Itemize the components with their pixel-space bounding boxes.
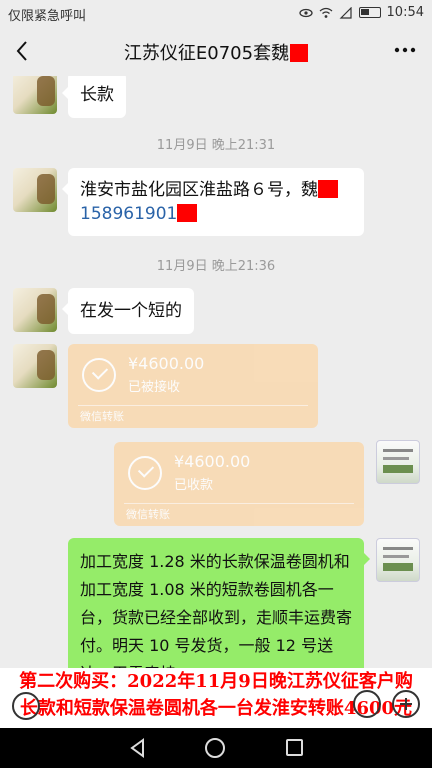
transfer-footer: 微信转账 <box>126 508 170 521</box>
transfer-amount: ¥4600.00 <box>174 452 251 471</box>
message-bubble[interactable]: 长款 <box>62 76 126 118</box>
system-recent-icon[interactable] <box>286 739 303 756</box>
carrier-status: 仅限紧急呼叫 <box>8 9 87 24</box>
timestamp: 11月9日 晚上21:31 <box>156 138 276 153</box>
voice-icon[interactable] <box>12 692 40 720</box>
message-bubble[interactable]: 淮安市盐化园区淮盐路６号，魏 158961901 <box>62 168 364 236</box>
eye-comfort-icon <box>298 8 313 17</box>
my-avatar[interactable] <box>376 538 420 582</box>
contact-avatar[interactable] <box>13 76 57 114</box>
my-avatar[interactable] <box>376 440 420 484</box>
message-bubble[interactable]: 加工宽度 1.28 米的长款保温卷圆机和加工宽度 1.08 米的短款卷圆机各一台… <box>68 538 370 670</box>
checkmark-icon <box>128 456 162 490</box>
wifi-icon <box>319 7 332 18</box>
transfer-card[interactable]: ¥4600.00 已被接收 微信转账 <box>68 344 318 428</box>
contact-avatar[interactable] <box>13 168 57 212</box>
system-nav-bar <box>0 728 432 768</box>
redacted-block <box>177 204 198 222</box>
redacted-block <box>318 180 338 198</box>
emoji-icon[interactable] <box>353 690 381 718</box>
checkmark-icon <box>82 358 116 392</box>
battery-icon <box>358 7 381 18</box>
contact-avatar[interactable] <box>13 288 57 332</box>
no-sim-icon <box>339 6 352 19</box>
redacted-block <box>290 44 309 62</box>
clock: 10:54 <box>386 5 424 20</box>
status-bar: 仅限紧急呼叫 10:54 <box>0 0 432 26</box>
more-dots-icon[interactable] <box>392 40 418 60</box>
system-home-icon[interactable] <box>205 738 225 758</box>
plus-icon[interactable] <box>392 690 420 718</box>
message-bubble[interactable]: 在发一个短的 <box>62 288 194 334</box>
phone-link[interactable]: 158961901 <box>80 204 177 224</box>
timestamp: 11月9日 晚上21:36 <box>156 259 276 274</box>
chat-title: 江苏仪征E0705套魏 <box>0 39 432 65</box>
transfer-status: 已被接收 <box>128 380 181 395</box>
transfer-status: 已收款 <box>174 478 214 493</box>
transfer-card[interactable]: ¥4600.00 已收款 微信转账 <box>114 442 364 526</box>
transfer-amount: ¥4600.00 <box>128 354 205 373</box>
chat-header: 江苏仪征E0705套魏 <box>0 26 432 76</box>
transfer-footer: 微信转账 <box>80 410 124 423</box>
system-back-icon[interactable] <box>128 738 148 758</box>
chat-messages[interactable]: 长款 11月9日 晚上21:31 淮安市盐化园区淮盐路６号，魏 15896190… <box>0 76 432 670</box>
contact-avatar[interactable] <box>13 344 57 388</box>
